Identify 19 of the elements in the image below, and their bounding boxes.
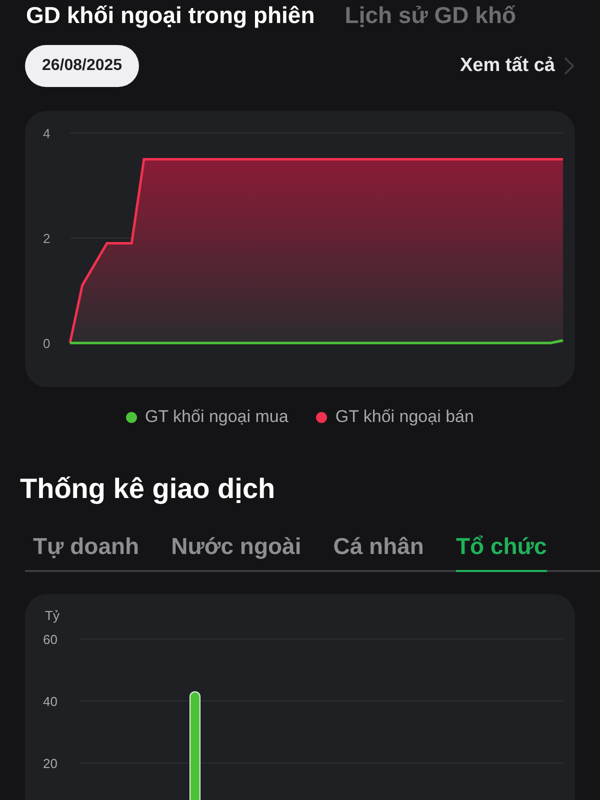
category-tab[interactable]: Tổ chức	[456, 533, 547, 572]
axis-tick-label: 4	[43, 126, 50, 141]
section-title: Thống kê giao dịch	[20, 473, 276, 505]
view-all-link[interactable]: Xem tất cả	[460, 55, 575, 77]
legend-label: GT khối ngoại bán	[335, 407, 474, 427]
date-filter-pill[interactable]: 26/08/2025	[25, 45, 140, 87]
chevron-right-icon	[563, 56, 575, 76]
axis-tick-label: 20	[43, 756, 58, 771]
category-tab[interactable]: Tự doanh	[33, 533, 140, 572]
axis-tick-label: 2	[43, 231, 50, 246]
axis-tick-label: 60	[43, 632, 58, 647]
axis-tick-label: 0	[43, 336, 50, 351]
header-tab[interactable]: GD khối ngoại trong phiên	[26, 2, 315, 29]
header-tab[interactable]: Lịch sử GD khố	[344, 2, 516, 29]
axis-tick-label: 40	[43, 694, 58, 709]
category-tab[interactable]: Nước ngoài	[171, 533, 302, 572]
legend-label: GT khối ngoại mua	[145, 407, 288, 427]
axis-unit-label: Tỷ	[45, 608, 60, 623]
category-tab[interactable]: Cá nhân	[333, 533, 424, 572]
